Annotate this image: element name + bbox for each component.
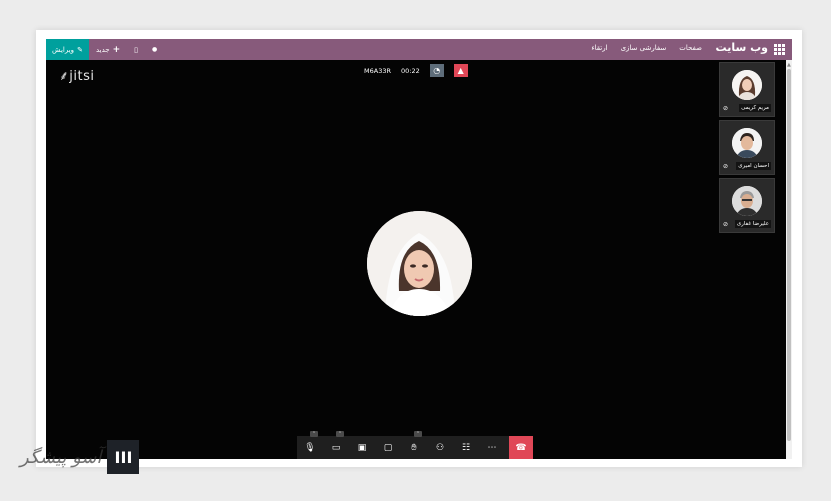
- participant-name: علیرضا غفاری: [734, 220, 771, 228]
- page-scrollbar[interactable]: ▲: [786, 60, 792, 459]
- site-title[interactable]: وب سایت: [716, 41, 768, 54]
- jitsi-logo-text: jitsi: [69, 69, 95, 84]
- participants-icon: ⚇: [435, 442, 445, 453]
- editor-tools: ویرایش ✎ جدید + ▯ ●: [46, 39, 164, 60]
- mic-muted-icon: 🎙︎: [304, 442, 316, 453]
- mic-options-caret-icon[interactable]: ⌃: [310, 431, 318, 437]
- scroll-up-icon[interactable]: ▲: [787, 62, 791, 68]
- camera-options-caret-icon[interactable]: ⌃: [336, 431, 344, 437]
- hangup-button[interactable]: ☎︎: [509, 436, 533, 459]
- edit-button[interactable]: ویرایش ✎: [46, 39, 89, 60]
- warning-icon[interactable]: ▲: [453, 64, 468, 77]
- edit-label: ویرایش: [52, 45, 75, 54]
- participant-avatar: [732, 70, 762, 100]
- tile-view-button[interactable]: ☷: [453, 436, 479, 459]
- menu-item-customize[interactable]: سفارشی سازی: [621, 44, 667, 52]
- new-button[interactable]: جدید +: [89, 39, 127, 60]
- mic-muted-icon: ⊘: [723, 105, 729, 112]
- participant-name: احسان امیری: [736, 162, 771, 170]
- new-label: جدید: [96, 45, 110, 54]
- pencil-icon: ✎: [77, 45, 83, 54]
- participant-tile[interactable]: ⊘ علیرضا غفاری: [719, 178, 775, 233]
- tile-view-icon: ☷: [461, 442, 471, 453]
- watermark-logo: III: [107, 440, 140, 474]
- meeting-timer: 00:22: [400, 66, 420, 75]
- meeting-subject: M6A33R: [364, 66, 391, 75]
- menu-item-upgrade[interactable]: ارتقاء: [591, 44, 607, 52]
- apps-menu-icon[interactable]: [774, 44, 785, 55]
- connection-indicator-icon[interactable]: ◔: [429, 64, 444, 77]
- chat-icon: ▢: [383, 442, 393, 453]
- meeting-subject-bar: M6A33R 00:22 ◔ ▲: [364, 64, 468, 77]
- chat-button[interactable]: ▢: [375, 436, 401, 459]
- topbar-menu: صفحات سفارشی سازی ارتقاء: [591, 44, 702, 52]
- camera-off-icon: ▭: [331, 442, 341, 453]
- toggle-camera-button[interactable]: ▭ ⌃: [323, 431, 349, 459]
- menu-item-pages[interactable]: صفحات: [679, 44, 702, 52]
- watermark-text: آسو پیشگر: [20, 446, 102, 468]
- raise-hand-button[interactable]: ✋︎ ⌃: [401, 431, 427, 459]
- mobile-icon: ▯: [134, 45, 139, 54]
- mobile-preview-button[interactable]: ▯: [127, 39, 145, 60]
- notification-button[interactable]: ●: [145, 39, 164, 60]
- bell-icon: ●: [152, 46, 158, 53]
- participant-tile[interactable]: ⊘ مریم کریمی: [719, 62, 775, 117]
- toggle-mic-button[interactable]: 🎙︎ ⌃: [297, 431, 323, 459]
- raise-hand-icon: ✋︎: [411, 442, 417, 453]
- plus-icon: +: [112, 44, 121, 55]
- main-participant-avatar: [367, 211, 472, 316]
- reactions-caret-icon[interactable]: ⌃: [414, 431, 422, 437]
- more-options-button[interactable]: ⋯: [479, 436, 505, 459]
- participants-filmstrip: ⊘ مریم کریمی ⊘ احسان امیری ⊘ علیرضا غفار…: [719, 62, 776, 236]
- mic-muted-icon: ⊘: [723, 163, 729, 170]
- meeting-toolbar: 🎙︎ ⌃ ▭ ⌃ ▣ ▢ ✋︎ ⌃ ⚇ ☷ ⋯ ☎︎: [297, 431, 533, 459]
- participants-button[interactable]: ⚇: [427, 436, 453, 459]
- jitsi-logo[interactable]: ⸙jitsi: [59, 66, 94, 84]
- jitsi-meeting: ⸙jitsi M6A33R 00:22 ◔ ▲ ⊘ مریم کریمی ⊘ ا…: [46, 60, 786, 459]
- participant-name: مریم کریمی: [739, 104, 771, 112]
- scrollbar-thumb[interactable]: [787, 69, 791, 441]
- more-icon: ⋯: [487, 442, 497, 453]
- share-screen-icon: ▣: [357, 442, 367, 453]
- participant-avatar: [732, 128, 762, 158]
- jitsi-logo-icon: ⸙: [59, 69, 70, 84]
- share-screen-button[interactable]: ▣: [349, 436, 375, 459]
- participant-avatar: [732, 186, 762, 216]
- website-topbar: وب سایت صفحات سفارشی سازی ارتقاء ویرایش …: [46, 39, 792, 60]
- mic-muted-icon: ⊘: [723, 221, 729, 228]
- hangup-icon: ☎︎: [515, 442, 527, 453]
- participant-tile[interactable]: ⊘ احسان امیری: [719, 120, 775, 175]
- watermark: آسو پیشگر III: [20, 440, 140, 474]
